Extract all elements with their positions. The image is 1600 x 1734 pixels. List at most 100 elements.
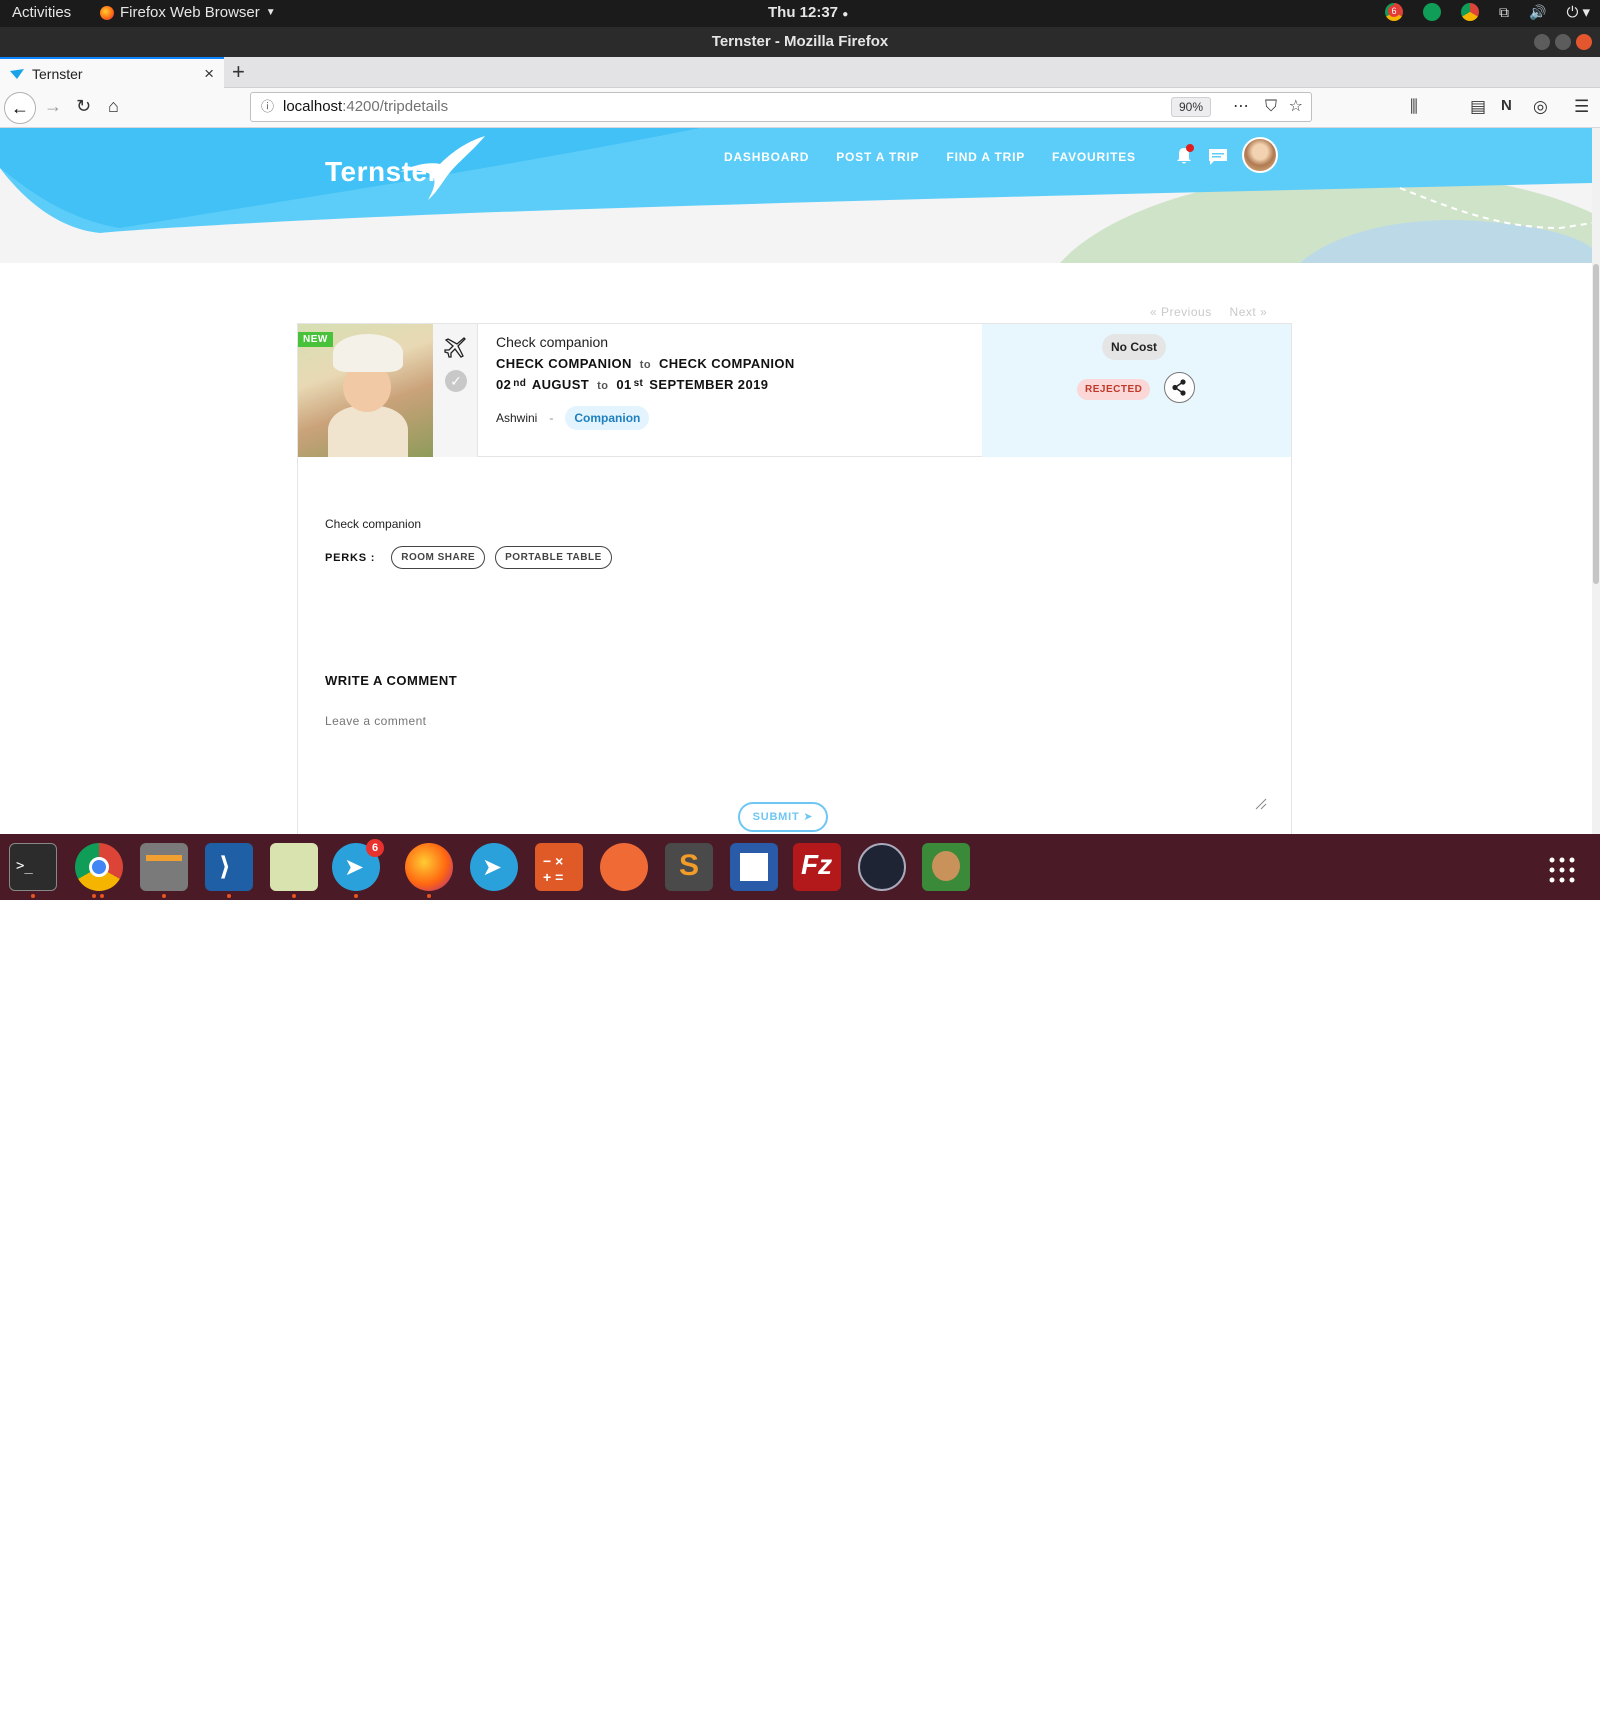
nav-dashboard[interactable]: DASHBOARD	[724, 150, 809, 164]
system-tray: 6 ⧉ 🔊 ⏻ ▾	[1385, 3, 1590, 21]
notification-dot-icon: ●	[842, 9, 849, 20]
dates-to-word: to	[597, 380, 609, 392]
trip-title: Check companion	[496, 334, 609, 350]
trip-pager: « Previous Next »	[1150, 305, 1281, 319]
volume-icon[interactable]: 🔊	[1529, 4, 1546, 21]
nav-find-a-trip[interactable]: FIND A TRIP	[946, 150, 1025, 164]
forward-button[interactable]: →	[44, 96, 62, 117]
send-icon: ➤	[803, 811, 814, 823]
close-window-button[interactable]	[1576, 34, 1592, 50]
app-menu[interactable]: Firefox Web Browser ▼	[100, 4, 276, 21]
messages-icon[interactable]	[1208, 148, 1228, 166]
telegram-desktop-icon[interactable]: ➤	[470, 843, 518, 891]
url-path: :4200/tripdetails	[342, 98, 449, 115]
clock[interactable]: Thu 12:37 ●	[768, 4, 848, 21]
photo-figure	[328, 406, 408, 457]
maximize-button[interactable]	[1555, 34, 1571, 50]
extension-sync-icon[interactable]: ◎	[1533, 97, 1548, 117]
trip-destination: CHECK COMPANION	[658, 356, 795, 371]
tab-ternster[interactable]: Ternster ×	[0, 57, 224, 88]
vscode-icon[interactable]: ⟩	[205, 843, 253, 891]
close-tab-icon[interactable]: ×	[204, 64, 214, 84]
postman-icon[interactable]	[600, 843, 648, 891]
submit-comment-button[interactable]: SUBMIT ➤	[738, 802, 828, 832]
zoom-level-button[interactable]: 90%	[1170, 97, 1211, 117]
chrome-notification-icon[interactable]: 6	[1385, 3, 1403, 21]
firefox-app-icon[interactable]	[405, 843, 453, 891]
library-icon[interactable]: ⫼	[1410, 97, 1418, 117]
scrollbar-thumb[interactable]	[1593, 264, 1599, 584]
tab-strip: Ternster × +	[0, 57, 1600, 88]
active-app-highlight	[397, 1670, 461, 1734]
app-menu-label: Firefox Web Browser	[120, 4, 260, 21]
header-background	[0, 128, 1592, 263]
perks-row: PERKS : ROOM SHARE PORTABLE TABLE	[325, 546, 612, 569]
nav-favourites[interactable]: FAVOURITES	[1052, 150, 1136, 164]
chrome-app-icon[interactable]	[75, 843, 123, 891]
user-avatar[interactable]	[1242, 137, 1278, 173]
chrome-icon[interactable]	[1461, 3, 1479, 21]
url-host: localhost	[283, 98, 343, 115]
system-top-bar: Activities Firefox Web Browser ▼ Thu 12:…	[0, 0, 1600, 27]
minimize-button[interactable]	[1534, 34, 1550, 50]
monkey-app-icon[interactable]	[922, 843, 970, 891]
site-logo[interactable]: Ternster	[325, 156, 439, 188]
terminal-icon[interactable]: >_	[9, 843, 57, 891]
sublime-text-icon[interactable]: S	[665, 843, 713, 891]
new-badge: NEW	[298, 332, 333, 347]
trip-meta: Ashwini - Companion	[496, 406, 976, 430]
window-title: Ternster - Mozilla Firefox	[711, 33, 889, 50]
comment-section-title: WRITE A COMMENT	[325, 673, 458, 688]
main-nav: DASHBOARD POST A TRIP FIND A TRIP FAVOUR…	[724, 150, 1136, 164]
nav-post-a-trip[interactable]: POST A TRIP	[836, 150, 919, 164]
filezilla-icon[interactable]: Fz	[793, 843, 841, 891]
show-applications-icon[interactable]	[1547, 855, 1577, 885]
window-title-bar: Ternster - Mozilla Firefox	[0, 27, 1600, 57]
dock-running-indicator	[427, 894, 431, 898]
resize-grip-icon[interactable]	[1253, 796, 1267, 810]
dock-running-indicator	[92, 894, 96, 898]
calculator-icon[interactable]: − × + =	[535, 843, 583, 891]
comment-textarea[interactable]	[325, 714, 1265, 804]
trip-status-panel: No Cost REJECTED	[982, 324, 1291, 457]
share-icon	[1172, 379, 1186, 396]
url-bar[interactable]: ⓘ localhost:4200/tripdetails 90% ⋯ ⛉ ☆	[250, 92, 1312, 122]
trip-image[interactable]: NEW	[298, 324, 433, 457]
trip-route: CHECK COMPANION to CHECK COMPANION	[496, 356, 976, 371]
power-icon[interactable]: ⏻ ▾	[1566, 3, 1590, 21]
trip-info: Check companion CHECK COMPANION to CHECK C…	[496, 334, 976, 430]
sidebar-icon[interactable]: ▤	[1470, 97, 1486, 117]
dock-running-indicator	[31, 894, 35, 898]
new-tab-button[interactable]: +	[232, 59, 245, 85]
activities-button[interactable]: Activities	[12, 4, 71, 21]
menu-icon[interactable]: ☰	[1574, 97, 1589, 117]
trip-summary: NEW ✓ Check companion CHECK COMPANION to C…	[298, 324, 1291, 457]
home-button[interactable]: ⌂	[108, 96, 119, 117]
dock-running-indicator	[227, 894, 231, 898]
extension-n-icon[interactable]: N	[1501, 97, 1512, 114]
writer-icon[interactable]	[730, 843, 778, 891]
next-link[interactable]: Next »	[1230, 305, 1268, 319]
trip-author[interactable]: Ashwini	[496, 411, 537, 425]
text-editor-icon[interactable]	[270, 843, 318, 891]
clock-label: Thu 12:37	[768, 4, 839, 21]
web-page: Ternster DASHBOARD POST A TRIP FIND A TR…	[0, 128, 1600, 834]
cloud-app-icon[interactable]	[858, 843, 906, 891]
previous-link[interactable]: « Previous	[1150, 305, 1212, 319]
reload-button[interactable]: ↻	[76, 96, 91, 117]
route-to-word: to	[639, 359, 651, 371]
files-icon[interactable]	[140, 843, 188, 891]
pocket-icon[interactable]: ⛉	[1265, 93, 1277, 121]
window-controls	[1534, 34, 1592, 50]
site-info-icon[interactable]: ⓘ	[261, 93, 274, 121]
page-scrollbar[interactable]	[1592, 128, 1600, 834]
page-actions-icon[interactable]: ⋯	[1233, 93, 1249, 121]
end-month-year: SEPTEMBER 2019	[649, 377, 769, 392]
perk-room-share: ROOM SHARE	[391, 546, 486, 569]
share-button[interactable]	[1164, 372, 1195, 403]
network-icon[interactable]: ⧉	[1499, 4, 1509, 21]
hangouts-icon[interactable]	[1423, 3, 1441, 21]
bookmark-star-icon[interactable]: ☆	[1289, 93, 1303, 121]
back-button[interactable]: ←	[4, 92, 36, 124]
trip-dates: 02nd AUGUST to 01st SEPTEMBER 2019	[496, 377, 976, 392]
